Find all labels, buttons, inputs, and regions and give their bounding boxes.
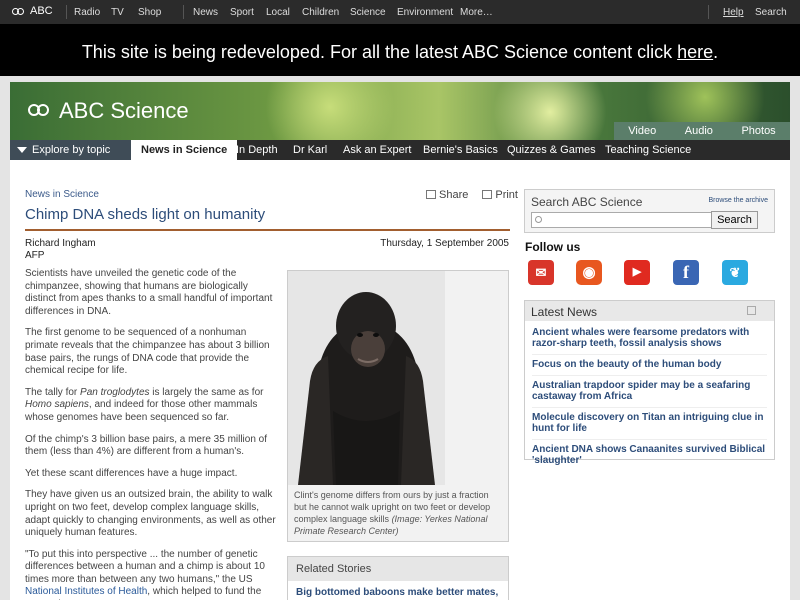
explore-by-topic[interactable]: Explore by topic (10, 140, 132, 160)
tab-news-in-science[interactable]: News in Science (131, 140, 238, 160)
abc-logo-icon (12, 6, 27, 17)
top-link-shop[interactable]: Shop (138, 7, 161, 18)
tab-dr-karl[interactable]: Dr Karl (293, 140, 327, 160)
youtube-icon[interactable]: ▶ (624, 260, 650, 285)
abc-science-brand[interactable]: ABC Science (28, 98, 189, 124)
podcast-icon[interactable]: ◉ (576, 260, 602, 285)
latest-news-panel: Latest News Ancient whales were fearsome… (524, 300, 775, 466)
top-bar: ABC Radio TV Shop News Sport Local Child… (0, 0, 800, 24)
brand-text: ABC Science (59, 98, 189, 123)
site-header: ABC Science Video Audio Photos (10, 82, 790, 140)
related-stories: Related Stories Big bottomed baboons mak… (287, 556, 509, 600)
top-link-children[interactable]: Children (302, 7, 339, 18)
agency: AFP (25, 250, 45, 261)
breadcrumb[interactable]: News in Science (25, 189, 99, 200)
paragraph: "To put this into perspective ... the nu… (25, 548, 265, 600)
title-rule (25, 229, 510, 231)
subnav-photos[interactable]: Photos (741, 125, 775, 137)
tab-ask-an-expert[interactable]: Ask an Expert (343, 140, 411, 160)
divider (66, 5, 67, 19)
publish-date: Thursday, 1 September 2005 (380, 238, 509, 249)
mail-icon[interactable]: ✉ (528, 260, 554, 285)
abc-logo[interactable]: ABC (12, 5, 53, 17)
top-link-more[interactable]: More… (460, 7, 493, 18)
divider (183, 5, 184, 19)
print-label: Print (495, 189, 518, 201)
search-button[interactable]: Search (711, 211, 758, 229)
top-link-local[interactable]: Local (266, 7, 290, 18)
search-input[interactable] (531, 212, 734, 228)
paragraph: The tally for Pan troglodytes is largely… (25, 386, 264, 423)
paragraph: They have given us an outsized brain, th… (25, 489, 276, 539)
help-link[interactable]: Help (723, 7, 744, 18)
article-body: Scientists have unveiled the genetic cod… (25, 268, 280, 600)
share-label: Share (439, 189, 469, 201)
author: Richard Ingham (25, 238, 96, 249)
print-button[interactable]: Print (482, 189, 518, 201)
top-link-sport[interactable]: Sport (230, 7, 254, 18)
tab-teaching-science[interactable]: Teaching Science (605, 140, 691, 160)
list-item[interactable]: Focus on the beauty of the human body (532, 357, 767, 376)
abc-logo-text: ABC (30, 5, 53, 17)
follow-us-heading: Follow us (525, 240, 581, 254)
top-link-environment[interactable]: Environment (397, 7, 453, 18)
tab-in-depth[interactable]: In Depth (236, 140, 278, 160)
banner-link[interactable]: here (677, 42, 713, 62)
article-figure: Clint's genome differs from ours by just… (287, 270, 509, 542)
tab-bernies-basics[interactable]: Bernie's Basics (423, 140, 498, 160)
top-link-science[interactable]: Science (350, 7, 386, 18)
browse-archive-link[interactable]: Browse the archive (708, 197, 768, 204)
nih-link[interactable]: National Institutes of Health (25, 586, 147, 597)
chimpanzee-photo (288, 271, 445, 485)
search-heading: Search ABC Science (531, 195, 643, 209)
search-icon (535, 216, 542, 223)
related-heading: Related Stories (288, 557, 508, 581)
abc-logo-icon (28, 102, 54, 120)
share-button[interactable]: Share (426, 189, 468, 201)
list-item[interactable]: Ancient whales were fearsome predators w… (532, 325, 767, 355)
chevron-down-icon (17, 147, 27, 153)
subnav-video[interactable]: Video (628, 125, 656, 137)
byline: Richard Ingham AFP (25, 238, 96, 262)
latest-news-heading: Latest News (525, 301, 774, 321)
print-icon (482, 190, 493, 199)
article-tools: Share Print (426, 189, 518, 201)
share-icon (426, 190, 436, 199)
banner-text: This site is being redeveloped. For all … (81, 42, 678, 62)
related-story-link[interactable]: Big bottomed baboons make better mates, (288, 581, 508, 600)
paragraph: Of the chimp's 3 billion base pairs, a m… (25, 433, 268, 458)
top-link-tv[interactable]: TV (111, 7, 124, 18)
page-title: Chimp DNA sheds light on humanity (25, 206, 266, 223)
divider (708, 5, 709, 19)
paragraph: Scientists have unveiled the genetic cod… (25, 268, 273, 317)
paragraph: Yet these scant differences have a huge … (25, 467, 238, 479)
section-nav: Explore by topic News in Science In Dept… (10, 140, 790, 160)
list-item[interactable]: Ancient DNA shows Canaanites survived Bi… (532, 442, 767, 471)
list-item[interactable]: Australian trapdoor spider may be a seaf… (532, 378, 767, 408)
facebook-icon[interactable]: f (673, 260, 699, 285)
explore-label: Explore by topic (32, 144, 111, 156)
tab-quizzes-games[interactable]: Quizzes & Games (507, 140, 596, 160)
top-link-radio[interactable]: Radio (74, 7, 100, 18)
redevelopment-banner: This site is being redeveloped. For all … (0, 24, 800, 76)
top-link-news[interactable]: News (193, 7, 218, 18)
search-panel: Search ABC Science Browse the archive Se… (524, 189, 775, 233)
subnav-audio[interactable]: Audio (685, 125, 713, 137)
banner-end: . (713, 42, 719, 62)
list-item[interactable]: Molecule discovery on Titan an intriguin… (532, 410, 767, 440)
rss-icon[interactable] (747, 306, 756, 315)
paragraph: The first genome to be sequenced of a no… (25, 327, 270, 377)
twitter-icon[interactable]: ❦ (722, 260, 748, 285)
top-search-link[interactable]: Search (755, 7, 787, 18)
media-nav: Video Audio Photos (614, 122, 790, 140)
figure-caption: Clint's genome differs from ours by just… (294, 490, 491, 536)
